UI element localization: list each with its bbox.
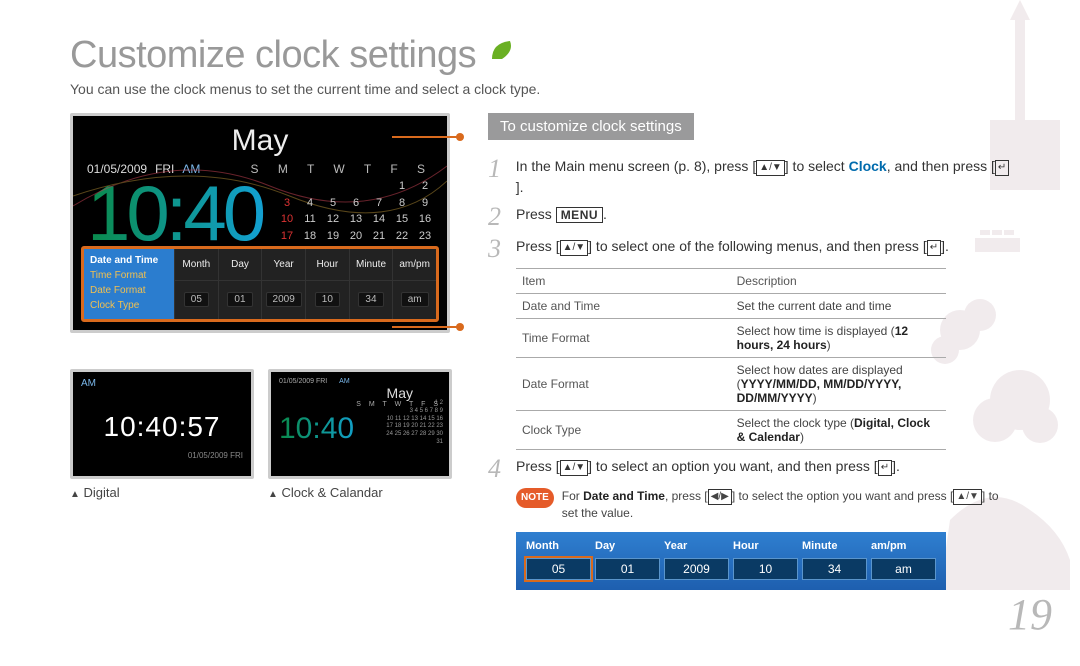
- step-1: 1 In the Main menu screen (p. 8), press …: [488, 156, 1010, 198]
- screenshot-main: May 01/05/2009 FRI AM S M T W T F S 10:4…: [70, 113, 450, 333]
- up-down-icon: ▲/▼: [756, 160, 785, 176]
- page-subtitle: You can use the clock menus to set the c…: [70, 81, 1010, 97]
- step-4: 4 Press [▲/▼] to select an option you wa…: [488, 456, 1010, 482]
- callout-line: [392, 136, 458, 138]
- screenshot-dow-header: S M T W T F S: [251, 162, 433, 176]
- step-3: 3 Press [▲/▼] to select one of the follo…: [488, 236, 1010, 262]
- leaf-icon: [490, 28, 516, 71]
- enter-icon: ↵: [995, 160, 1009, 176]
- step-2: 2 Press MENU.: [488, 204, 1010, 230]
- page-number: 19: [1008, 589, 1052, 640]
- up-down-icon: ▲/▼: [953, 489, 982, 505]
- menu-key: MENU: [556, 207, 603, 223]
- caption-digital: ▲ Digital: [70, 485, 254, 500]
- enter-icon: ↵: [927, 240, 941, 256]
- menu-table: ItemDescription Date and TimeSet the cur…: [516, 268, 946, 450]
- screenshot-calendar: 1234567891011121314151617181920212223: [263, 178, 433, 244]
- screenshot-settings-panel: Date and TimeTime FormatDate FormatClock…: [81, 246, 439, 322]
- note-block: NOTE For Date and Time, press [◀/▶] to s…: [516, 488, 1010, 522]
- screenshot-clock-calendar: 01/05/2009 FRI AM May S M T W T F S 10:4…: [268, 369, 452, 479]
- date-time-strip: MonthDayYearHourMinuteam/pm050120091034a…: [516, 532, 946, 590]
- screenshot-month: May: [87, 124, 433, 158]
- enter-icon: ↵: [878, 460, 892, 476]
- up-down-icon: ▲/▼: [560, 240, 589, 256]
- callout-line-2: [392, 326, 458, 328]
- up-down-icon: ▲/▼: [560, 460, 589, 476]
- screenshot-digital: AM 10:40:57 01/05/2009 FRI: [70, 369, 254, 479]
- note-badge: NOTE: [516, 488, 554, 508]
- left-right-icon: ◀/▶: [708, 489, 732, 505]
- page-title: Customize clock settings: [70, 28, 1010, 77]
- section-banner: To customize clock settings: [488, 113, 694, 140]
- caption-clock-calendar: ▲ Clock & Calandar: [268, 485, 452, 500]
